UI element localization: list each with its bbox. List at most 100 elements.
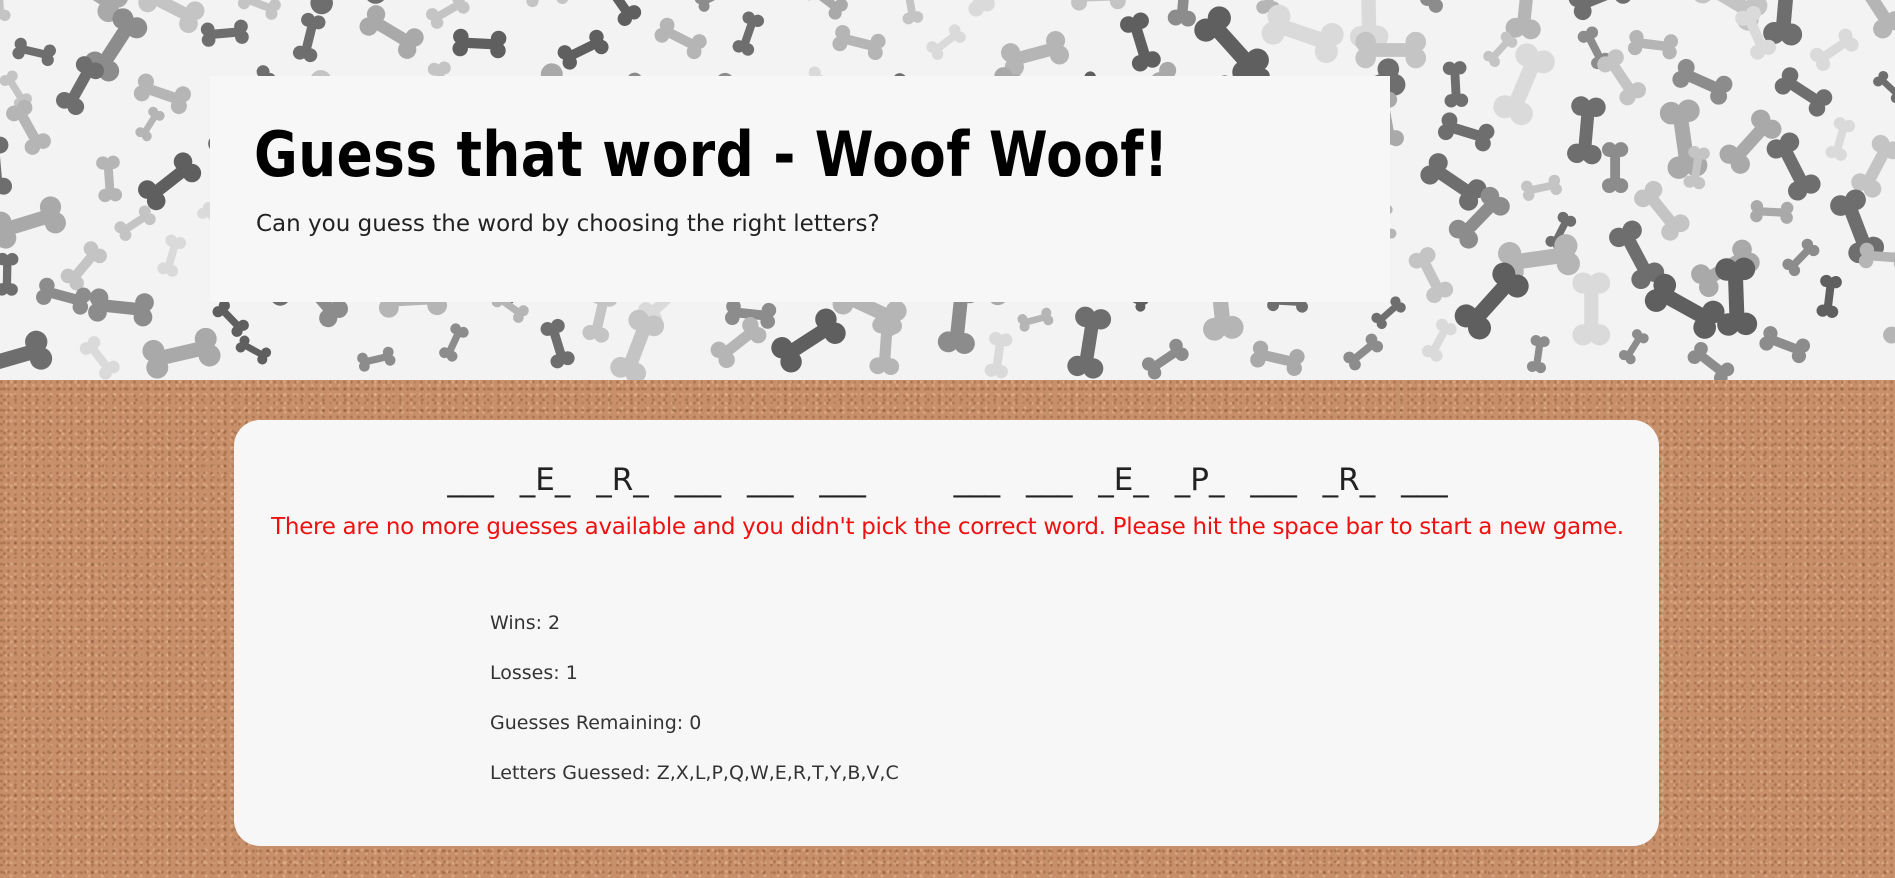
bone-icon	[1504, 0, 1547, 41]
bone-icon	[555, 27, 612, 73]
bone-icon	[1248, 339, 1307, 378]
bone-icon	[868, 316, 903, 376]
bone-icon	[1658, 98, 1709, 181]
bone-icon	[210, 297, 252, 340]
bone-icon	[1519, 173, 1564, 202]
bone-icon	[1572, 272, 1611, 346]
letter-slot: _E_	[519, 462, 571, 498]
letter-slot: ___	[1025, 462, 1073, 498]
bone-icon	[356, 345, 397, 373]
bone-icon	[983, 331, 1014, 380]
status-message: There are no more guesses available and …	[271, 514, 1624, 540]
bone-icon	[1714, 257, 1758, 337]
bone-icon	[1065, 305, 1113, 380]
word-group-2: ___ ___ _E_ _P_ ___ _R_ ___	[946, 462, 1456, 498]
bone-icon	[1669, 56, 1736, 108]
bone-icon	[11, 36, 58, 68]
bone-icon	[291, 11, 327, 64]
letter-slot: ___	[674, 462, 722, 498]
bone-icon	[800, 0, 851, 23]
letter-slot: ___	[819, 462, 866, 498]
bone-icon	[1617, 327, 1651, 367]
bone-icon	[140, 325, 223, 380]
bone-icon	[1435, 110, 1497, 154]
bone-icon	[1419, 316, 1459, 364]
letter-slot: _P_	[1174, 462, 1225, 498]
bone-icon	[1757, 324, 1813, 366]
letter-slot: _R_	[1322, 462, 1376, 498]
bone-icon	[1807, 25, 1862, 74]
bone-icon	[1871, 68, 1895, 106]
bone-icon	[423, 0, 472, 32]
bone-icon	[0, 0, 11, 22]
bone-icon	[134, 148, 205, 214]
bone-icon	[1566, 95, 1607, 166]
word-display: ___ _E_ _R_ ___ ___ ___ ___ ___ _E_ _P_ …	[0, 462, 1895, 498]
bone-icon	[607, 306, 668, 380]
bone-icon	[707, 313, 770, 372]
bone-icon	[730, 9, 766, 58]
letter-slot: ___	[447, 462, 494, 498]
bone-icon	[452, 28, 507, 59]
bone-icon	[924, 21, 969, 63]
bone-icon	[1258, 1, 1347, 67]
bone-icon	[1070, 0, 1126, 11]
bone-icon	[1824, 115, 1857, 163]
bone-icon	[0, 193, 69, 252]
letter-slot: _R_	[596, 462, 649, 498]
bone-icon	[1016, 306, 1055, 333]
bone-icon	[57, 238, 110, 294]
bone-icon	[1684, 339, 1737, 380]
page-title: Guess that word - Woof Woof!	[254, 118, 1169, 191]
bone-icon	[437, 321, 471, 364]
bone-icon	[131, 71, 194, 117]
letter-slot: ___	[1401, 462, 1448, 498]
bone-icon	[1627, 29, 1679, 61]
page-subtitle: Can you guess the word by choosing the r…	[256, 211, 880, 237]
bone-icon	[1780, 236, 1822, 279]
bone-icon	[233, 333, 273, 367]
bone-icon	[1880, 320, 1895, 380]
bone-icon	[1762, 0, 1808, 47]
bone-icon	[1340, 331, 1386, 373]
bone-icon	[1526, 334, 1551, 374]
bone-icon	[1417, 0, 1468, 16]
bone-icon	[95, 155, 123, 203]
bone-icon	[1416, 149, 1491, 215]
letters-guessed-stat: Letters Guessed: Z,X,L,P,Q,W,E,R,T,Y,B,V…	[490, 762, 899, 784]
bone-icon	[0, 328, 55, 380]
bone-icon	[1139, 336, 1192, 380]
bone-icon	[1117, 10, 1163, 74]
bone-icon	[77, 333, 123, 380]
bone-icon	[1749, 199, 1794, 225]
bone-icon	[1167, 0, 1200, 28]
bone-icon	[236, 0, 283, 22]
bone-icon	[3, 96, 54, 158]
bone-icon	[594, 0, 645, 29]
guesses-remaining-stat: Guesses Remaining: 0	[490, 712, 702, 734]
bone-icon	[0, 135, 13, 197]
bone-icon	[112, 203, 159, 244]
letter-slot: ___	[1250, 462, 1297, 498]
bone-icon	[155, 233, 188, 279]
bone-icon	[1815, 274, 1843, 319]
letter-slot: ___	[747, 462, 794, 498]
bone-icon	[830, 23, 888, 62]
bone-icon	[356, 1, 428, 63]
bone-icon	[1771, 64, 1836, 120]
bone-icon	[524, 0, 570, 8]
bone-icon	[767, 304, 850, 377]
bone-icon	[896, 0, 925, 26]
bone-icon	[1442, 60, 1469, 108]
bone-icon	[1405, 244, 1456, 306]
bone-icon	[1565, 0, 1635, 23]
bone-icon	[949, 0, 998, 20]
bone-icon	[538, 317, 577, 371]
losses-stat: Losses: 1	[490, 662, 578, 684]
bone-icon	[87, 287, 155, 328]
bone-icon	[34, 276, 93, 317]
bone-icon	[1763, 129, 1824, 204]
bone-icon	[692, 0, 736, 14]
header-banner: Guess that word - Woof Woof! Can you gue…	[0, 0, 1895, 380]
bone-icon	[200, 19, 250, 48]
